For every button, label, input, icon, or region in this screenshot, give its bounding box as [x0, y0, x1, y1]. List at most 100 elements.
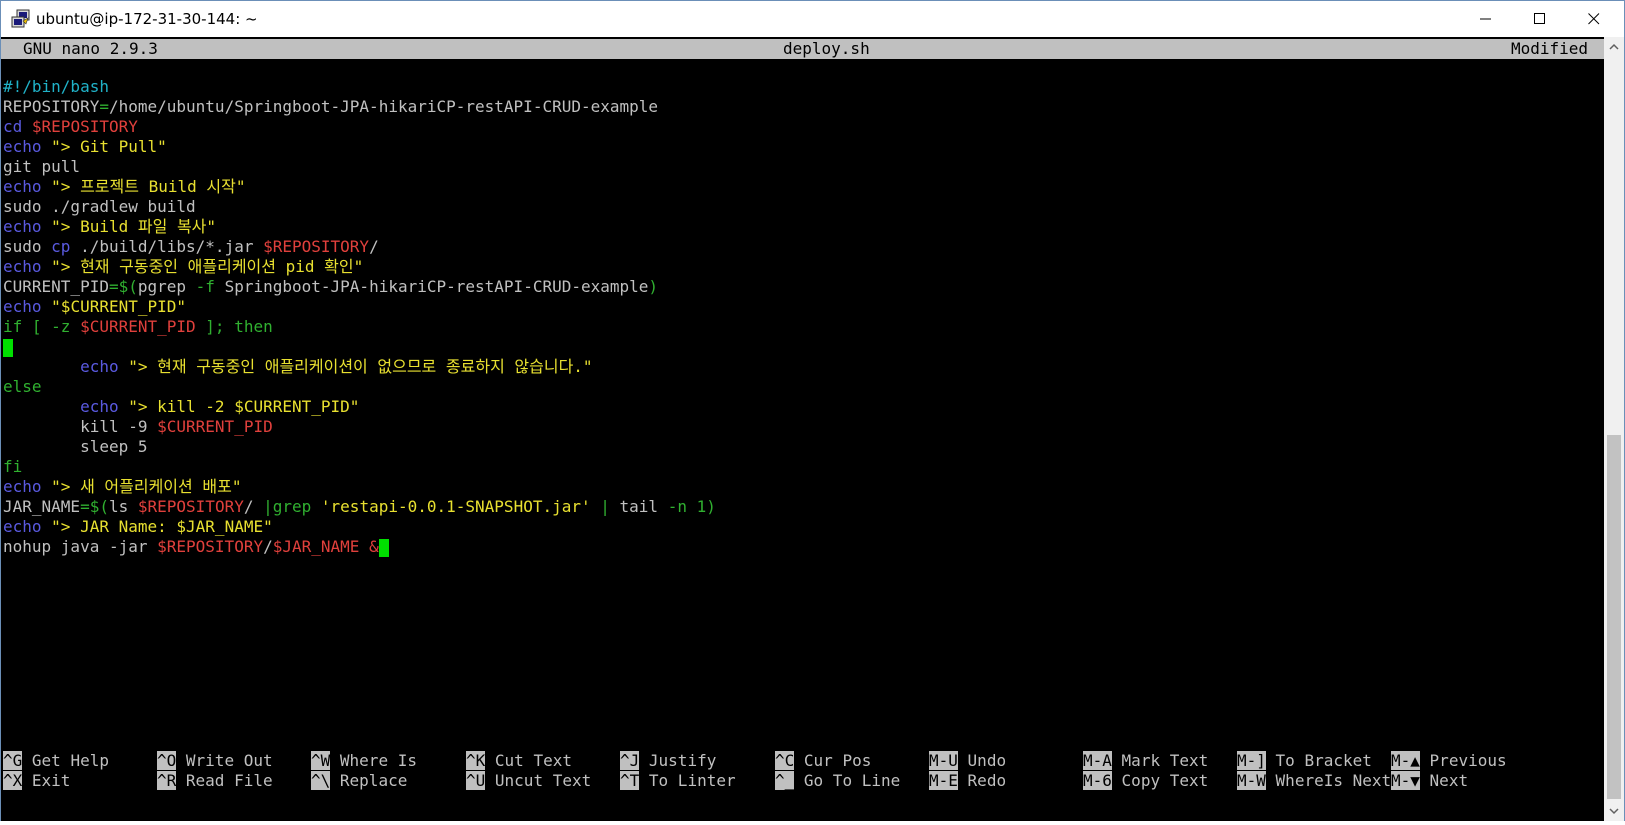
- title-bar[interactable]: ubuntu@ip-172-31-30-144: ~: [1, 1, 1624, 37]
- code-line[interactable]: [3, 337, 1603, 357]
- shortcut-item[interactable]: M-6 Copy Text: [1083, 771, 1208, 791]
- text-cursor: [3, 338, 13, 357]
- shortcut-key: ^T: [620, 771, 640, 790]
- code-line[interactable]: CURRENT_PID=$(pgrep -f Springboot-JPA-hi…: [3, 277, 1603, 297]
- code-token: 'restapi-0.0.1-SNAPSHOT.jar': [320, 497, 591, 516]
- code-token: sleep 5: [3, 437, 148, 456]
- shortcut-key: M-A: [1083, 751, 1112, 770]
- code-token: $REPOSITORY: [263, 237, 370, 256]
- shortcut-key: ^X: [3, 771, 23, 790]
- terminal-area[interactable]: GNU nano 2.9.3 deploy.sh Modified #!/bin…: [1, 37, 1604, 821]
- code-token: |grep: [263, 497, 321, 516]
- code-line[interactable]: echo "> Git Pull": [3, 137, 1603, 157]
- code-token: /: [263, 537, 273, 556]
- chevron-up-icon: [1609, 43, 1619, 50]
- code-token: "> Git Pull": [51, 137, 167, 156]
- maximize-button[interactable]: [1513, 1, 1567, 37]
- code-token: pgrep: [137, 277, 196, 296]
- shortcut-item[interactable]: M-E Redo: [929, 771, 1006, 791]
- code-line[interactable]: echo "> 현재 구동중인 애플리케이션이 없으므로 종료하지 않습니다.": [3, 357, 1603, 377]
- file-name: deploy.sh: [783, 39, 870, 58]
- shortcut-item[interactable]: ^C Cur Pos: [775, 751, 871, 771]
- shortcut-key: ^\: [311, 771, 331, 790]
- code-line[interactable]: echo "> JAR Name: $JAR_NAME": [3, 517, 1603, 537]
- shortcut-item[interactable]: ^G Get Help: [3, 751, 109, 771]
- shortcut-key: ^U: [466, 771, 486, 790]
- maximize-icon: [1534, 13, 1545, 24]
- shortcut-item[interactable]: M-] To Bracket: [1237, 751, 1372, 771]
- shortcut-key: ^W: [311, 751, 331, 770]
- code-token: =$(: [108, 277, 138, 296]
- shortcut-item[interactable]: M-A Mark Text: [1083, 751, 1208, 771]
- code-line[interactable]: echo "> 새 어플리케이션 배포": [3, 477, 1603, 497]
- code-line[interactable]: #!/bin/bash: [3, 77, 1603, 97]
- code-line[interactable]: REPOSITORY=/home/ubuntu/Springboot-JPA-h…: [3, 97, 1603, 117]
- shortcut-label: Where Is: [339, 751, 417, 770]
- putty-app-icon[interactable]: [11, 9, 31, 29]
- code-token: git pull: [3, 157, 81, 176]
- code-line[interactable]: JAR_NAME=$(ls $REPOSITORY/ |grep 'restap…: [3, 497, 1603, 517]
- code-token: echo: [3, 297, 52, 316]
- code-line[interactable]: echo "> 현재 구동중인 애플리케이션 pid 확인": [3, 257, 1603, 277]
- shortcut-label: Next: [1429, 771, 1469, 790]
- shortcut-item[interactable]: M-W WhereIs Next: [1237, 771, 1391, 791]
- shortcut-bar: ^G Get Help ^O Write Out ^W Where Is ^K Cut…: [3, 751, 1603, 791]
- shortcut-item[interactable]: ^_ Go To Line: [775, 771, 900, 791]
- vertical-scrollbar[interactable]: [1604, 37, 1624, 821]
- code-token: $REPOSITORY: [31, 117, 138, 136]
- editor-buffer[interactable]: #!/bin/bash REPOSITORY=/home/ubuntu/Sprin…: [3, 77, 1603, 557]
- code-line[interactable]: sleep 5: [3, 437, 1603, 457]
- minimize-button[interactable]: [1459, 1, 1513, 37]
- shortcut-item[interactable]: ^R Read File: [157, 771, 273, 791]
- code-token: else: [3, 377, 42, 396]
- shortcut-item[interactable]: ^T To Linter: [620, 771, 736, 791]
- code-token: ls: [108, 497, 138, 516]
- shortcut-item[interactable]: ^U Uncut Text: [466, 771, 591, 791]
- shortcut-key: ^G: [3, 751, 23, 770]
- code-line[interactable]: git pull: [3, 157, 1603, 177]
- code-line[interactable]: echo "> 프로젝트 Build 시작": [3, 177, 1603, 197]
- code-token: REPOSITORY: [3, 97, 100, 116]
- shortcut-item[interactable]: ^\ Replace: [311, 771, 407, 791]
- shortcut-item[interactable]: ^J Justify: [620, 751, 716, 771]
- code-line[interactable]: nohup java -jar $REPOSITORY/$JAR_NAME &: [3, 537, 1603, 557]
- code-line[interactable]: echo "$CURRENT_PID": [3, 297, 1603, 317]
- shortcut-item[interactable]: ^W Where Is: [311, 751, 417, 771]
- code-line[interactable]: else: [3, 377, 1603, 397]
- shortcut-row-1: ^G Get Help ^O Write Out ^W Where Is ^K Cut…: [3, 751, 1603, 771]
- scroll-thumb[interactable]: [1607, 435, 1621, 799]
- code-token: "> kill -2 $CURRENT_PID": [128, 397, 360, 416]
- code-token: -f: [195, 277, 215, 296]
- scroll-down-arrow[interactable]: [1604, 801, 1624, 821]
- code-token: =: [99, 97, 109, 116]
- shortcut-label: Cur Pos: [803, 751, 872, 770]
- scroll-up-arrow[interactable]: [1604, 37, 1624, 57]
- code-token: "$CURRENT_PID": [51, 297, 187, 316]
- code-token: cd: [3, 117, 32, 136]
- shortcut-item[interactable]: M-U Undo: [929, 751, 1006, 771]
- text-cursor: [378, 538, 389, 557]
- chevron-down-icon: [1609, 808, 1619, 815]
- code-token: ): [648, 277, 659, 296]
- code-line[interactable]: kill -9 $CURRENT_PID: [3, 417, 1603, 437]
- code-line[interactable]: echo "> kill -2 $CURRENT_PID": [3, 397, 1603, 417]
- code-token: echo: [3, 257, 52, 276]
- shortcut-item[interactable]: M-▲ Previous: [1391, 751, 1507, 771]
- code-token: $REPOSITORY: [137, 497, 244, 516]
- code-line[interactable]: echo "> Build 파일 복사": [3, 217, 1603, 237]
- code-token: -n 1): [667, 497, 716, 516]
- shortcut-item[interactable]: ^X Exit: [3, 771, 70, 791]
- code-line[interactable]: if [ -z $CURRENT_PID ]; then: [3, 317, 1603, 337]
- shortcut-item[interactable]: ^O Write Out: [157, 751, 273, 771]
- shortcut-item[interactable]: M-▼ Next: [1391, 771, 1468, 791]
- close-button[interactable]: [1567, 1, 1621, 37]
- code-line[interactable]: sudo cp ./build/libs/*.jar $REPOSITORY/: [3, 237, 1603, 257]
- code-line[interactable]: fi: [3, 457, 1603, 477]
- shortcut-key: M-▼: [1391, 771, 1420, 790]
- code-token: "> Build 파일 복사": [51, 217, 217, 236]
- shortcut-item[interactable]: ^K Cut Text: [466, 751, 572, 771]
- code-line[interactable]: cd $REPOSITORY: [3, 117, 1603, 137]
- code-line[interactable]: sudo ./gradlew build: [3, 197, 1603, 217]
- shortcut-key: ^J: [620, 751, 640, 770]
